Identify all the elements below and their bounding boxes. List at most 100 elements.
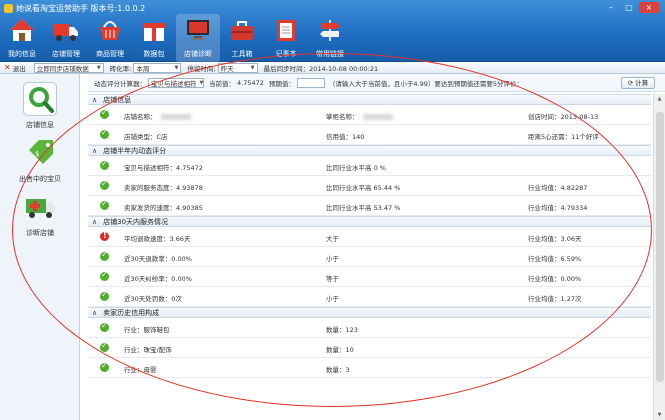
row-col1: 行业：珠宝/配饰 [124, 346, 172, 354]
scrollbar-thumb[interactable] [656, 112, 664, 382]
period-select[interactable]: 本周 ▼ [133, 62, 182, 73]
section-title: 卖家历史信用构成 [103, 308, 160, 317]
list-item: 近30天处罚数：0次 小于 行业均值：1.27次 [88, 287, 651, 307]
calculate-button[interactable]: ⟳ 计算 [621, 77, 655, 89]
stop-time-value: 昨天 [220, 64, 234, 73]
title-bar: 她说看淘宝运营助手 版本号:1.0.0.2 – □ × 我的信息 店铺管理 商品… [0, 0, 665, 62]
basket-icon [100, 21, 120, 40]
list-item: 行业：珠宝/配饰 数量：10 [88, 338, 651, 358]
calculator-hint: （请输入大于当前值，且小于4.99）要达到预期值还需要5分评价： [328, 79, 523, 88]
row-col2: 数量：10 [326, 346, 354, 354]
chevron-down-icon: ▼ [199, 79, 204, 86]
exit-button[interactable]: ✕ 退出 [4, 63, 26, 73]
check-icon [100, 250, 109, 261]
toolbar-goods-manage[interactable]: 商品管理 [88, 14, 132, 62]
current-value-label: 当前值： [209, 79, 235, 88]
row-col3: 行业均值：3.06天 [528, 235, 582, 243]
row-col2: 信用值：140 [326, 133, 365, 141]
row-col2: 数量：3 [326, 366, 350, 374]
scroll-down-icon[interactable]: ▼ [654, 410, 665, 420]
row-col1: 行业：母婴 [124, 366, 157, 374]
list-item: 平均退款速度：3.66天 大于 行业均值：3.06天 [88, 227, 651, 247]
row-col1: 近30天纠纷率：0.00% [124, 275, 192, 283]
row-col2: 小于 [326, 255, 339, 263]
period-value: 本周 [136, 64, 150, 73]
close-icon: ✕ [4, 63, 11, 72]
toolbar-notebook[interactable]: 记事本 [264, 14, 308, 62]
chevron-down-icon: ▼ [174, 64, 179, 71]
row-col2: 掌柜名称： [326, 113, 359, 121]
row-col2: 数量：123 [326, 326, 358, 334]
sidebar-item-store-info[interactable]: 店铺信息 [0, 80, 80, 132]
maximize-button[interactable]: □ [621, 2, 637, 13]
list-item: 店铺名称： 掌柜名称： 创店时间：2013-08-13 [88, 105, 651, 125]
list-item: 近30天纠纷率：0.00% 等于 行业均值：0.00% [88, 267, 651, 287]
list-item: 宝贝与描述相符：4.75472 比同行业水平高 0 % [88, 156, 651, 176]
row-col2: 比同行业水平高 0 % [326, 164, 386, 172]
section-header[interactable]: ∧ 店铺信息 [88, 94, 651, 105]
toolbar-store-diagnosis[interactable]: 店铺诊断 [176, 14, 220, 62]
calculate-label: 计算 [635, 79, 649, 87]
last-sync-time: 最后同步时间：2014-10-08 00:00:21 [263, 64, 379, 73]
row-col2: 小于 [326, 295, 339, 303]
toolbar-label: 数据包 [143, 50, 165, 58]
stop-time-label: 停留时间: [187, 64, 216, 73]
list-item: 卖家发货的速度：4.90385 比同行业水平高 53.47 % 行业均值：4.7… [88, 196, 651, 216]
ambulance-icon [23, 190, 57, 224]
target-value-input[interactable] [296, 77, 325, 88]
collapse-caret-icon: ∧ [92, 308, 98, 317]
sidebar-item-goods-on-sale[interactable]: $ 出售中的宝贝 [0, 134, 80, 186]
rating-item-value: 宝贝与描述相符 [151, 79, 197, 88]
toolbar-data-pack[interactable]: 数据包 [132, 14, 176, 62]
check-icon [100, 321, 109, 332]
calculator-label: 动态评分计算器： [94, 79, 146, 88]
row-col2: 比同行业水平高 65.44 % [326, 184, 401, 192]
close-button[interactable]: × [639, 2, 659, 13]
stop-time-select[interactable]: 昨天 ▼ [217, 62, 258, 73]
toolbar-store-manage[interactable]: 店铺管理 [44, 14, 88, 62]
sidebar: 店铺信息 $ 出售中的宝贝 诊断店铺 [0, 74, 80, 420]
check-icon [100, 199, 109, 210]
app-title: 她说看淘宝运营助手 版本号:1.0.0.2 [16, 4, 146, 13]
scroll-up-icon[interactable]: ▲ [654, 94, 665, 104]
row-col3: 行业均值：4.82287 [528, 184, 588, 192]
magnifier-icon [23, 82, 57, 116]
vertical-scrollbar[interactable]: ▲ ▼ [653, 94, 665, 420]
row-col1: 平均退款速度：3.66天 [124, 235, 191, 243]
collapse-caret-icon: ∧ [92, 95, 98, 104]
row-col1: 卖家的服务态度：4.93878 [124, 184, 203, 192]
list-item: 近30天退款率：0.00% 小于 行业均值：6.59% [88, 247, 651, 267]
row-col3: 行业均值：0.00% [528, 275, 582, 283]
period-label: 砖化率: [109, 64, 132, 73]
row-col1: 近30天退款率：0.00% [124, 255, 192, 263]
check-icon [100, 128, 109, 139]
sidebar-item-diagnose-store[interactable]: 诊断店铺 [0, 188, 80, 240]
row-col2: 比同行业水平高 53.47 % [326, 204, 401, 212]
refresh-icon: ⟳ [627, 79, 634, 87]
row-col3: 行业均值：6.59% [528, 255, 582, 263]
toolbar-common-links[interactable]: 常用链接 [308, 14, 352, 62]
check-icon [100, 361, 109, 372]
minimize-button[interactable]: – [603, 2, 619, 13]
row-col3: 距离5心还需：11个好评 [528, 133, 599, 141]
signpost-icon [320, 20, 340, 41]
sync-store-data-select[interactable]: 立即同步店铺数据 ▼ [33, 62, 104, 73]
main-toolbar: 我的信息 店铺管理 商品管理 数据包 店铺诊断 工具箱 记事本 常用链接 [0, 14, 352, 62]
rating-item-select[interactable]: 宝贝与描述相符 ▼ [148, 77, 204, 88]
section-header[interactable]: ∧ 店铺半年内动态评分 [88, 145, 651, 156]
diagnosis-list: ∧ 店铺信息 店铺名称： 掌柜名称： 创店时间：2013-08-13 店铺类型：… [88, 94, 651, 420]
section-header[interactable]: ∧ 店铺30天内服务情况 [88, 216, 651, 227]
toolbar-label: 店铺管理 [52, 50, 80, 58]
toolbar-my-info[interactable]: 我的信息 [0, 14, 44, 62]
toolbar-label: 记事本 [275, 50, 297, 58]
toolbar-toolbox[interactable]: 工具箱 [220, 14, 264, 62]
list-item: 行业：服饰鞋包 数量：123 [88, 318, 651, 338]
check-icon [100, 270, 109, 281]
window-controls: – □ × [603, 2, 659, 13]
rating-calculator-bar: 动态评分计算器： 宝贝与描述相符 ▼ 当前值： 4.75472 预期值： （请输… [88, 74, 665, 92]
chevron-down-icon: ▼ [250, 64, 255, 71]
row-col1: 宝贝与描述相符：4.75472 [124, 164, 203, 172]
section-header[interactable]: ∧ 卖家历史信用构成 [88, 307, 651, 318]
check-icon [100, 290, 109, 301]
row-col1: 近30天处罚数：0次 [124, 295, 182, 303]
